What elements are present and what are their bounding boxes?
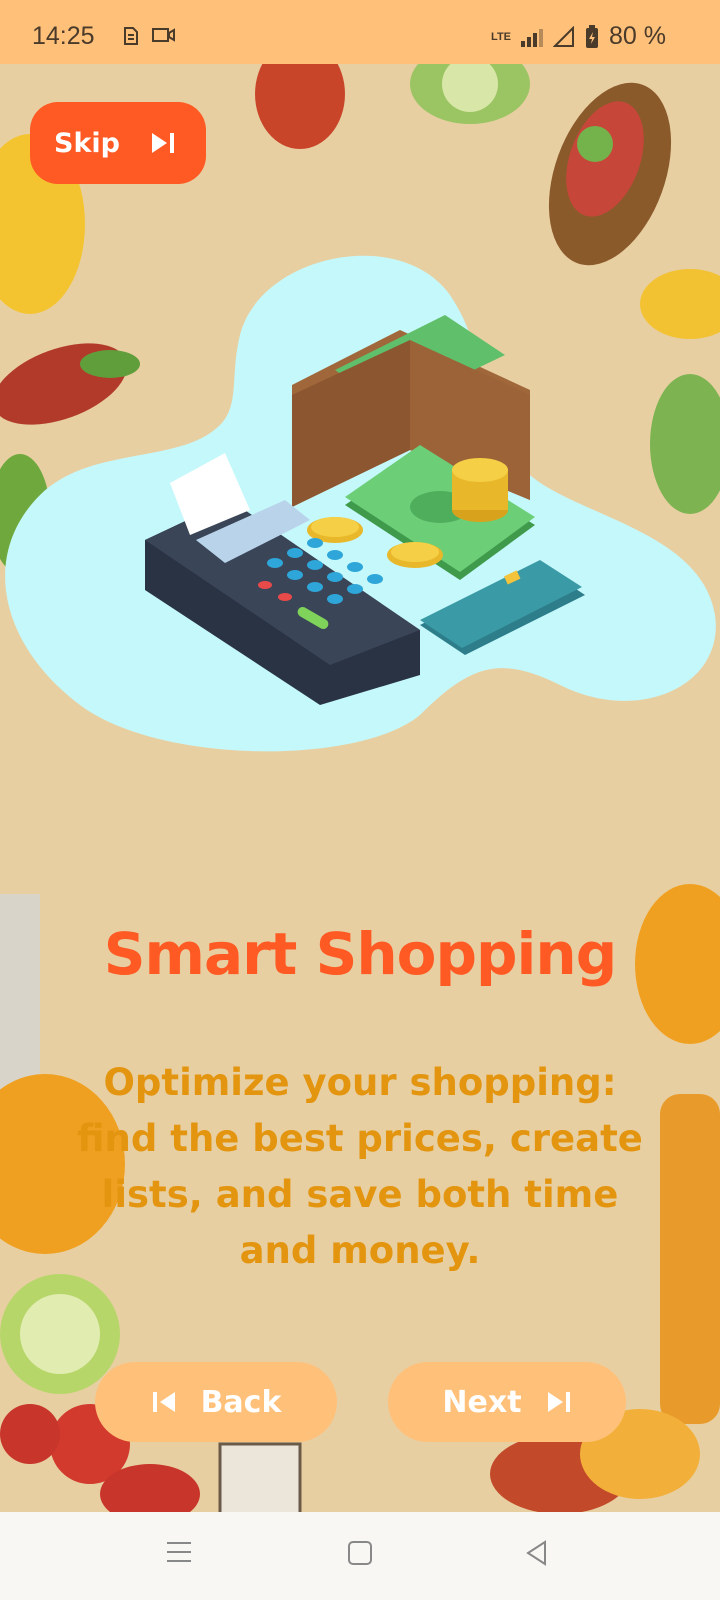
skip-forward-icon (150, 131, 176, 155)
menu-icon[interactable] (166, 1540, 192, 1568)
home-icon[interactable] (347, 1540, 373, 1570)
skip-back-icon (151, 1390, 177, 1414)
back-button[interactable]: Back (95, 1362, 337, 1442)
system-navigation-bar (0, 1512, 720, 1600)
signal-triangle-icon (553, 25, 575, 47)
page-title: Smart Shopping (103, 920, 618, 988)
network-type: LTE (491, 30, 512, 43)
battery-icon (586, 24, 599, 48)
back-nav-icon[interactable] (525, 1540, 549, 1570)
back-label: Back (200, 1384, 282, 1420)
sim-icon (124, 27, 138, 45)
skip-forward-icon (546, 1390, 572, 1414)
battery-percent: 80 % (609, 22, 666, 50)
skip-label: Skip (54, 127, 120, 159)
video-icon (152, 28, 175, 42)
signal-icon (521, 27, 544, 47)
skip-button[interactable]: Skip (30, 102, 206, 184)
next-button[interactable]: Next (388, 1362, 626, 1442)
page-description: Optimize your shopping: find the best pr… (77, 1061, 643, 1272)
status-notification-icons (122, 26, 176, 46)
status-time: 14:25 (32, 22, 95, 50)
next-label: Next (442, 1384, 522, 1420)
payment-illustration (0, 245, 720, 765)
status-indicators: LTE 80 % (491, 22, 666, 51)
status-bar: 14:25 LTE 80 % (0, 0, 720, 64)
